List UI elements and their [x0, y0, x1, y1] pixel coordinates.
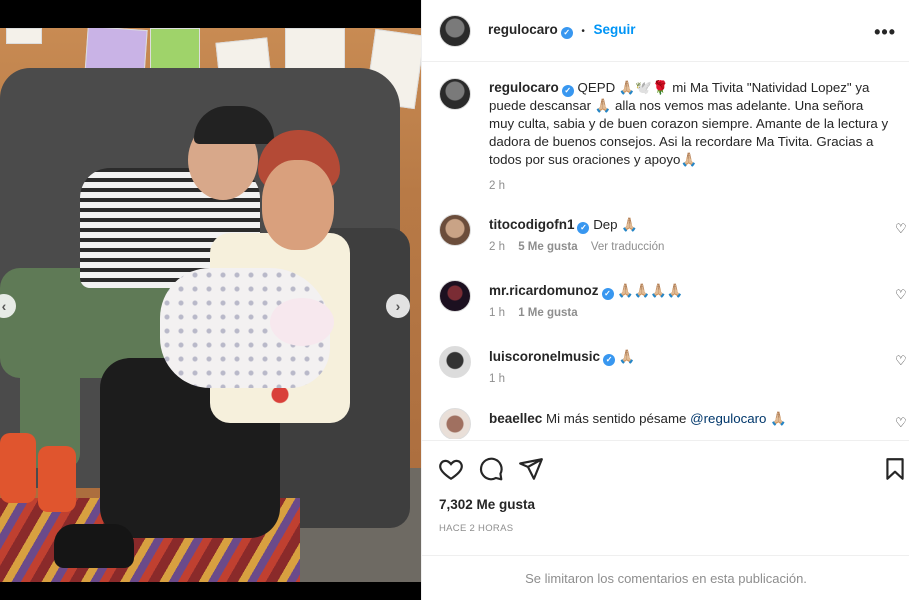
commenter-username[interactable]: beaellec [489, 411, 542, 426]
commenter-avatar[interactable] [439, 214, 471, 246]
comment-time[interactable]: 1 h [489, 373, 505, 385]
caption-avatar[interactable] [439, 78, 471, 110]
comments-section: regulocaro ✓ QEPD 🙏🏼🕊️🌹 mi Ma Tivita "Nat… [422, 63, 909, 439]
author-line: regulocaro ✓ • Seguir [488, 22, 636, 39]
heart-icon[interactable] [438, 456, 464, 482]
commenter-avatar[interactable] [439, 280, 471, 312]
share-icon[interactable] [518, 456, 544, 482]
comment-text: 🙏🏼 [618, 349, 636, 364]
translate-link[interactable]: Ver traducción [591, 241, 665, 253]
commenter-username[interactable]: luiscoronelmusic [489, 349, 600, 364]
heart-icon[interactable]: ♡ [895, 354, 907, 367]
separator-dot: • [581, 26, 585, 37]
comment-meta: 2 h 5 Me gusta Ver traducción [489, 241, 664, 253]
comment-meta: 1 h [489, 373, 505, 385]
caption-time[interactable]: 2 h [489, 177, 889, 195]
post-header: regulocaro ✓ • Seguir ••• [422, 0, 909, 62]
verified-icon: ✓ [561, 85, 574, 97]
author-avatar[interactable] [439, 15, 471, 47]
verified-icon: ✓ [577, 222, 590, 234]
bookmark-icon[interactable] [882, 456, 908, 482]
follow-button[interactable]: Seguir [594, 22, 636, 37]
red-shoe [0, 433, 36, 503]
comments-disabled-notice: Se limitaron los comentarios en esta pub… [422, 555, 909, 600]
commenter-username[interactable]: mr.ricardomunoz [489, 283, 599, 298]
comment-likes[interactable]: 1 Me gusta [518, 307, 577, 319]
comment-body: mr.ricardomunoz ✓ 🙏🏼🙏🏼🙏🏼🙏🏼 [489, 282, 889, 300]
comment-body: luiscoronelmusic ✓ 🙏🏼 [489, 348, 889, 366]
heart-icon[interactable]: ♡ [895, 222, 907, 235]
lady-shoe [54, 524, 134, 568]
photo-bottom-bar [0, 582, 421, 600]
verified-icon: ✓ [601, 288, 614, 300]
post-timestamp[interactable]: HACE 2 HORAS [439, 523, 513, 534]
comment-text: Dep 🙏🏼 [593, 217, 638, 232]
wall-drawing [6, 28, 42, 44]
chevron-right-icon: › [395, 298, 401, 314]
author-username[interactable]: regulocaro [488, 22, 558, 37]
comment-body: titocodigofn1 ✓ Dep 🙏🏼 [489, 216, 889, 234]
heart-icon[interactable]: ♡ [895, 288, 907, 301]
comment-icon[interactable] [478, 456, 504, 482]
commenter-avatar[interactable] [439, 346, 471, 378]
next-slide-button[interactable]: › [386, 294, 410, 318]
verified-icon: ✓ [560, 26, 573, 39]
red-shoe [38, 446, 76, 512]
commenter-username[interactable]: titocodigofn1 [489, 217, 574, 232]
heart-icon[interactable]: ♡ [895, 416, 907, 429]
comment-likes[interactable]: 5 Me gusta [518, 241, 577, 253]
post-photo[interactable]: ‹ › [0, 28, 421, 582]
likes-count[interactable]: 7,302 Me gusta [439, 497, 535, 512]
baby-hat [270, 298, 334, 346]
comment-text: Mi más sentido pésame [546, 411, 687, 426]
comment-time[interactable]: 2 h [489, 241, 505, 253]
more-icon[interactable]: ••• [874, 22, 896, 43]
post-details-panel: regulocaro ✓ • Seguir ••• regulocaro ✓ QEP… [421, 0, 909, 600]
comment-text: 🙏🏼🙏🏼🙏🏼🙏🏼 [617, 283, 684, 298]
comment-mention[interactable]: @regulocaro [690, 411, 766, 426]
chevron-left-icon: ‹ [1, 298, 7, 314]
commenter-avatar[interactable] [439, 408, 471, 439]
comment-time[interactable]: 1 h [489, 307, 505, 319]
post-actions: 7,302 Me gusta HACE 2 HORAS [422, 440, 909, 555]
comment-meta: 1 h 1 Me gusta [489, 307, 578, 319]
caption-username[interactable]: regulocaro [489, 80, 559, 95]
verified-icon: ✓ [603, 354, 616, 366]
comment-body: beaellec Mi más sentido pésame @reguloca… [489, 410, 889, 428]
photo-top-bar [0, 0, 421, 28]
comment-text-after: 🙏🏼 [766, 411, 787, 426]
post-caption: regulocaro ✓ QEPD 🙏🏼🕊️🌹 mi Ma Tivita "Nat… [489, 79, 889, 195]
lady-head [262, 160, 334, 250]
